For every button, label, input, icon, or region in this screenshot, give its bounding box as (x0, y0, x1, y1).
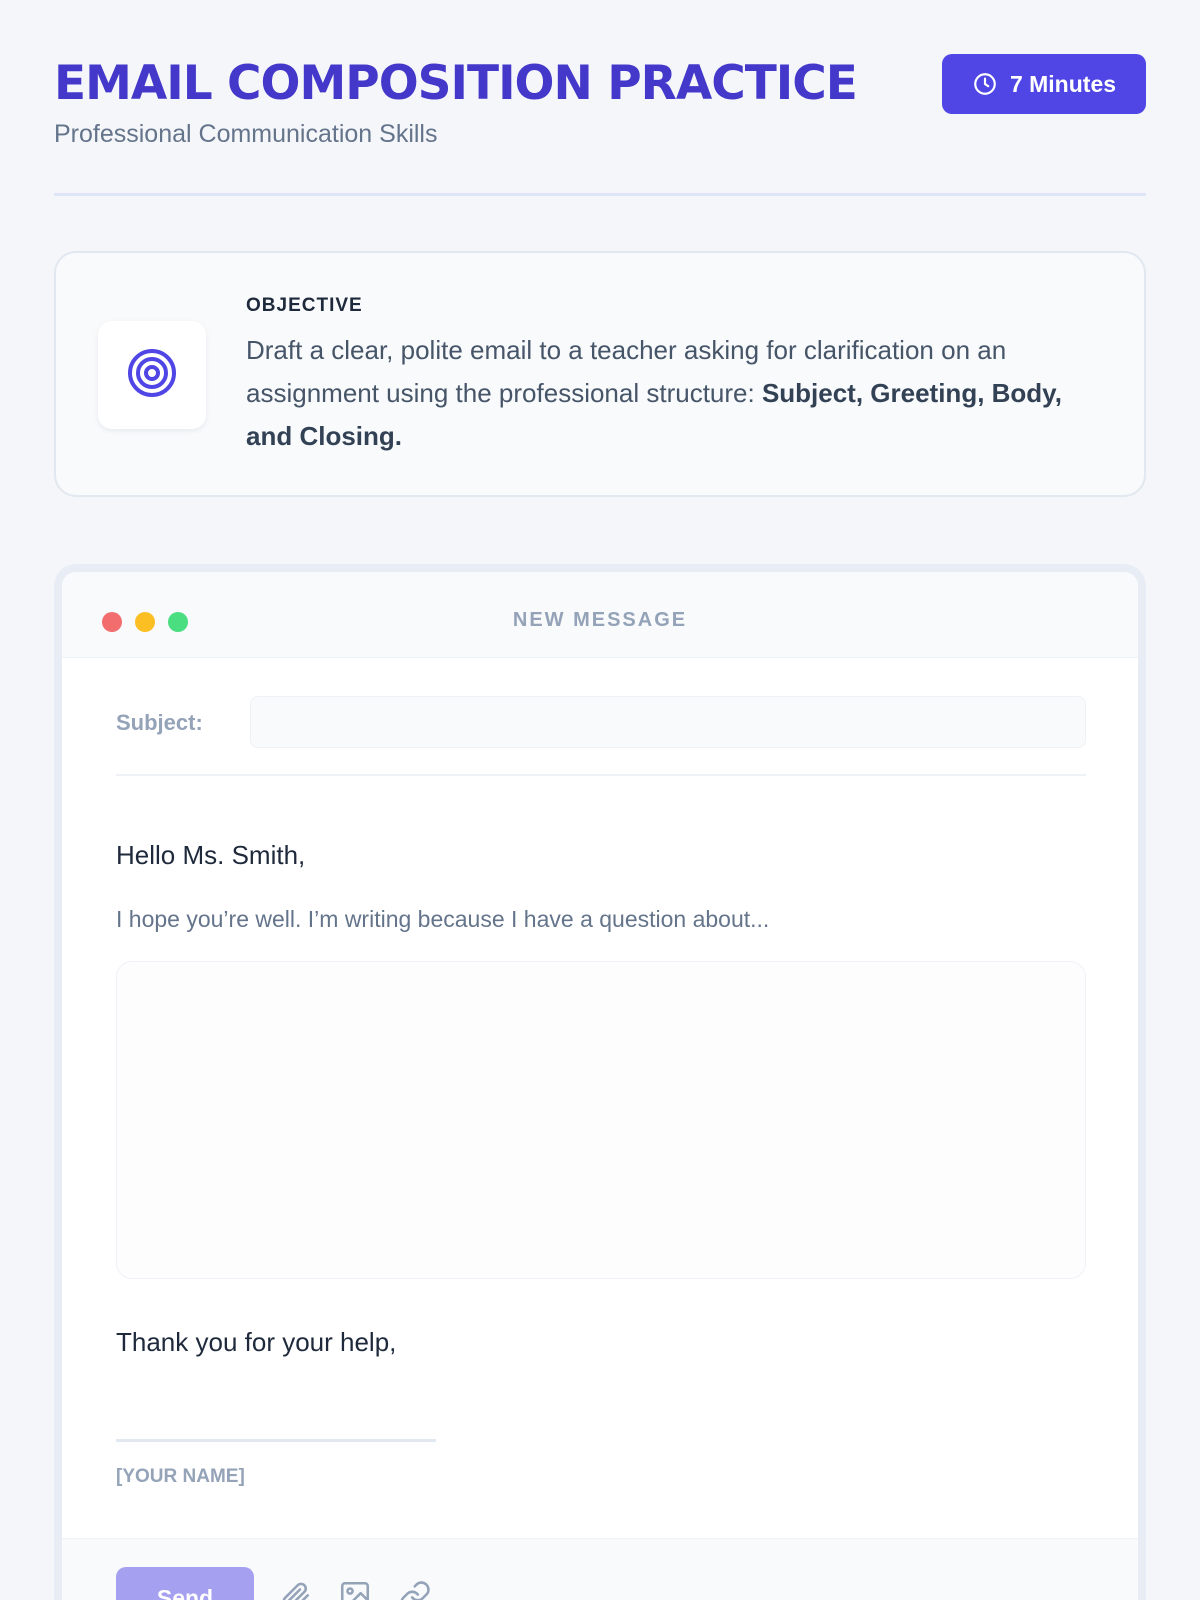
email-opening-line: I hope you’re well. I’m writing because … (116, 906, 770, 932)
window-title: NEW MESSAGE (512, 609, 688, 631)
email-closing: Thank you for your help, (116, 1327, 397, 1357)
email-window: NEW MESSAGE Subject: Hello Ms. Smith, I … (54, 564, 1146, 1600)
objective-label: OBJECTIVE (246, 295, 363, 316)
time-badge-label: 7 Minutes (1009, 70, 1117, 97)
time-badge: 7 Minutes (942, 54, 1146, 114)
target-icon (127, 348, 177, 403)
email-body-textarea[interactable] (116, 961, 1086, 1279)
subject-label: Subject: (116, 710, 203, 735)
page-title: Email Composition Practice (54, 56, 858, 111)
clock-icon (972, 71, 998, 97)
page-header: Email Composition Practice Professional … (54, 0, 1146, 196)
paperclip-icon[interactable] (278, 1579, 312, 1600)
subject-row: Subject: (116, 696, 1086, 776)
objective-text: Draft a clear, polite email to a teacher… (246, 329, 1106, 458)
image-icon[interactable] (338, 1579, 372, 1600)
send-button[interactable]: Send (116, 1567, 254, 1600)
objective-icon-box (98, 321, 206, 429)
subject-input[interactable] (250, 696, 1086, 748)
objective-card: OBJECTIVE Draft a clear, polite email to… (54, 251, 1146, 497)
signature-placeholder: [YOUR NAME] (116, 1466, 245, 1487)
link-icon[interactable] (398, 1579, 432, 1600)
email-greeting: Hello Ms. Smith, (116, 840, 306, 870)
signature-line (116, 1439, 436, 1442)
page-subtitle: Professional Communication Skills (54, 120, 438, 148)
email-footer-bar: Send (62, 1538, 1138, 1600)
window-title-bar: NEW MESSAGE (62, 572, 1138, 658)
page: Email Composition Practice Professional … (0, 0, 1200, 1600)
